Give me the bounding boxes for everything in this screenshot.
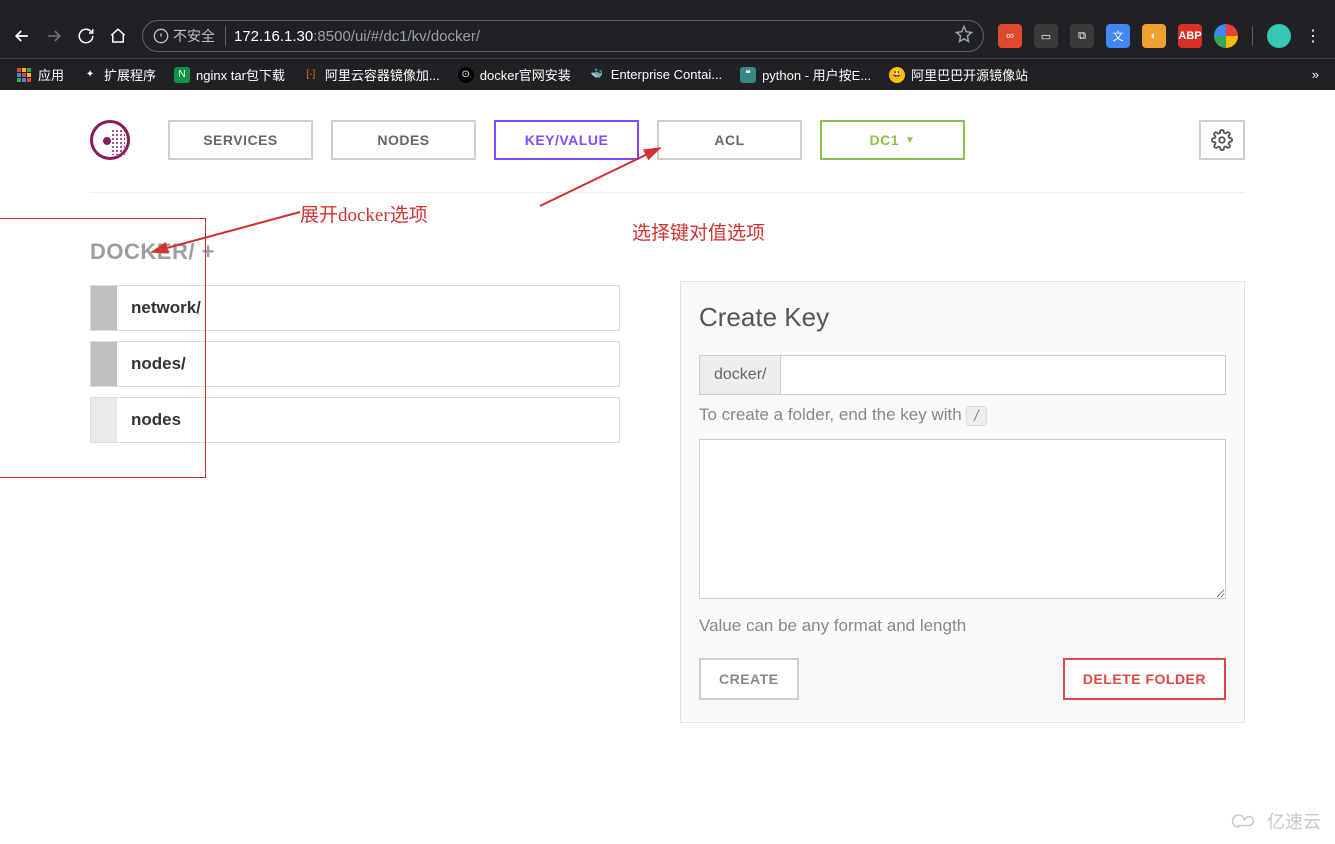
bookmarks-bar: 应用 ✦ 扩展程序 N nginx tar包下载 [-] 阿里云容器镜像加...…: [0, 58, 1335, 90]
nginx-icon: N: [174, 67, 190, 83]
ext-icon-2[interactable]: ▭: [1034, 24, 1058, 48]
whale-icon: 🐳: [589, 67, 605, 83]
apps-grid-icon: [16, 67, 32, 83]
ext-icon-translate[interactable]: 文: [1106, 24, 1130, 48]
page-body: SERVICES NODES KEY/VALUE ACL DC1▼ 展开dock…: [0, 90, 1335, 763]
url-text: 172.16.1.30:8500/ui/#/dc1/kv/docker/: [234, 28, 955, 45]
nav-datacenter[interactable]: DC1▼: [820, 120, 965, 160]
chat-icon: ❝: [740, 67, 756, 83]
bookmarks-overflow-icon[interactable]: »: [1304, 67, 1327, 82]
puzzle-icon: ✦: [82, 67, 98, 83]
ext-icon-chrome[interactable]: [1214, 24, 1238, 48]
bookmark-star-icon[interactable]: [955, 25, 973, 48]
bookmark-item[interactable]: 😃 阿里巴巴开源镜像站: [881, 61, 1036, 88]
kv-item-folder[interactable]: nodes/: [90, 341, 620, 387]
reload-icon[interactable]: [72, 22, 100, 50]
top-nav: SERVICES NODES KEY/VALUE ACL DC1▼: [90, 120, 1245, 193]
folder-indicator: [91, 342, 117, 386]
ext-icon-abp[interactable]: ABP: [1178, 24, 1202, 48]
bookmark-item[interactable]: ❝ python - 用户按E...: [732, 61, 879, 88]
kv-breadcrumb: DOCKER/ +: [90, 239, 620, 265]
nav-services[interactable]: SERVICES: [168, 120, 313, 160]
kebab-menu-icon[interactable]: ⋮: [1299, 26, 1327, 46]
face-icon: 😃: [889, 67, 905, 83]
value-textarea[interactable]: [699, 439, 1226, 599]
kv-tree: DOCKER/ + network/ nodes/ nodes: [90, 221, 620, 723]
caret-down-icon: ▼: [905, 135, 915, 146]
create-button[interactable]: CREATE: [699, 658, 799, 700]
back-icon[interactable]: [8, 22, 36, 50]
kv-item-folder[interactable]: network/: [90, 285, 620, 331]
ext-icon-1[interactable]: ∞: [998, 24, 1022, 48]
consul-logo[interactable]: [90, 120, 130, 160]
create-key-panel: Create Key docker/ To create a folder, e…: [680, 281, 1245, 723]
kv-item-key[interactable]: nodes: [90, 397, 620, 443]
bookmark-item[interactable]: 🐳 Enterprise Contai...: [581, 63, 730, 87]
key-indicator: [91, 398, 117, 442]
aliyun-icon: [-]: [303, 67, 319, 83]
gear-icon: [1211, 129, 1233, 151]
delete-folder-button[interactable]: DELETE FOLDER: [1063, 658, 1226, 700]
forward-icon[interactable]: [40, 22, 68, 50]
apps-label: 应用: [38, 65, 64, 84]
folder-hint: To create a folder, end the key with /: [699, 405, 1226, 425]
panel-title: Create Key: [699, 302, 1226, 333]
watermark: 亿速云: [1231, 808, 1321, 834]
profile-avatar[interactable]: [1267, 24, 1291, 48]
home-icon[interactable]: [104, 22, 132, 50]
tab-strip: [0, 0, 1335, 14]
ext-icon-4[interactable]: ◐: [1142, 24, 1166, 48]
bookmark-item[interactable]: ✦ 扩展程序: [74, 61, 164, 88]
watermark-icon: [1231, 811, 1261, 831]
bookmark-item[interactable]: [-] 阿里云容器镜像加...: [295, 61, 448, 88]
key-prefix: docker/: [700, 356, 781, 394]
security-label: 不安全: [173, 26, 215, 46]
key-name-input[interactable]: [781, 356, 1225, 394]
omnibox[interactable]: 不安全 172.16.1.30:8500/ui/#/dc1/kv/docker/: [142, 20, 984, 52]
key-input-row: docker/: [699, 355, 1226, 395]
settings-button[interactable]: [1199, 120, 1245, 160]
value-hint: Value can be any format and length: [699, 616, 1226, 636]
bookmark-item[interactable]: ⊙ docker官网安装: [450, 61, 579, 88]
bookmark-item[interactable]: N nginx tar包下载: [166, 61, 293, 88]
apps-shortcut[interactable]: 应用: [8, 61, 72, 88]
nav-nodes[interactable]: NODES: [331, 120, 476, 160]
ext-icon-3[interactable]: ⧉: [1070, 24, 1094, 48]
address-bar: 不安全 172.16.1.30:8500/ui/#/dc1/kv/docker/…: [0, 14, 1335, 58]
nav-acl[interactable]: ACL: [657, 120, 802, 160]
add-key-button[interactable]: +: [202, 239, 215, 264]
docker-icon: ⊙: [458, 67, 474, 83]
folder-indicator: [91, 286, 117, 330]
divider: [1252, 26, 1253, 46]
site-security-chip[interactable]: 不安全: [153, 26, 226, 46]
nav-keyvalue[interactable]: KEY/VALUE: [494, 120, 639, 160]
